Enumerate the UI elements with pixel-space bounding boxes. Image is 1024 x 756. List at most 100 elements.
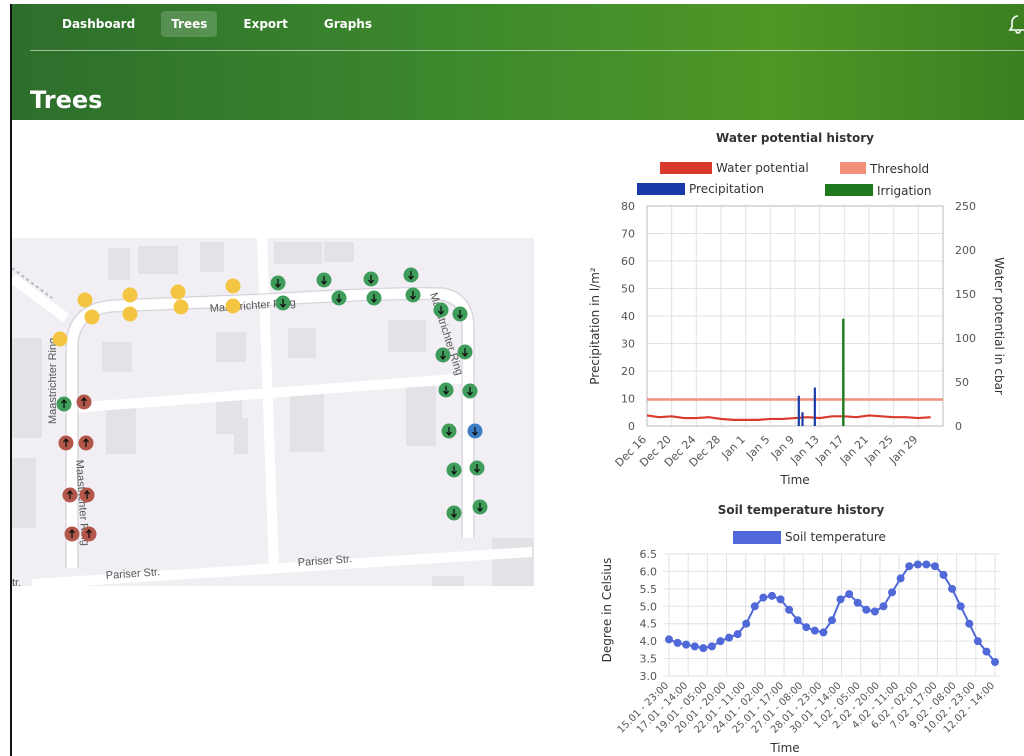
soil-temperature-point (742, 619, 751, 628)
soil-temperature-point (930, 562, 939, 571)
y-tick-left: 70 (621, 228, 635, 241)
legend-swatch-water-potential (660, 162, 712, 174)
header-divider (30, 50, 1024, 51)
water-potential-chart: Water potential history Water potential … (588, 131, 1006, 487)
tree-marker[interactable] (122, 287, 138, 303)
map-canvas[interactable]: Maastrichter Ring Maastrichter Ring Maas… (12, 238, 534, 586)
tree-marker[interactable] (56, 396, 72, 412)
legend-soil-temperature: Soil temperature (785, 530, 886, 544)
tree-marker[interactable] (469, 460, 485, 476)
soil-temperature-point (879, 602, 888, 611)
tree-marker[interactable] (78, 435, 94, 451)
y-tick-left: 0 (628, 420, 635, 433)
tree-marker[interactable] (62, 487, 78, 503)
y-tick-left: 40 (621, 310, 635, 323)
tree-marker[interactable] (64, 526, 80, 542)
tree-marker[interactable] (84, 309, 100, 325)
soil-temperature-point (750, 602, 759, 611)
tree-marker[interactable] (225, 298, 241, 314)
nav-dashboard[interactable]: Dashboard (52, 11, 145, 37)
tree-marker[interactable] (270, 275, 286, 291)
tree-marker[interactable] (275, 295, 291, 311)
tree-marker[interactable] (452, 306, 468, 322)
tree-marker[interactable] (446, 505, 462, 521)
x-axis-label: Time (779, 473, 809, 487)
tree-marker[interactable] (433, 302, 449, 318)
street-label-edge: tr. (12, 577, 21, 586)
soil-temperature-point (673, 638, 682, 647)
y-tick: 5.0 (640, 600, 658, 613)
soil-temperature-point (665, 635, 673, 644)
tree-marker[interactable] (79, 487, 95, 503)
chart-marks (665, 560, 999, 667)
y-tick-right: 250 (955, 200, 976, 213)
tree-marker[interactable] (438, 382, 454, 398)
tree-marker[interactable] (331, 290, 347, 306)
nav-trees[interactable]: Trees (161, 11, 218, 37)
tree-marker[interactable] (441, 423, 457, 439)
soil-temperature-point (682, 640, 691, 649)
y-tick-right: 150 (955, 288, 976, 301)
tree-marker[interactable] (363, 271, 379, 287)
soil-temperature-point (699, 644, 708, 653)
y-tick-left: 20 (621, 365, 635, 378)
tree-marker[interactable] (366, 290, 382, 306)
tree-marker[interactable] (52, 331, 68, 347)
soil-temperature-point (776, 595, 785, 604)
soil-temperature-point (982, 647, 991, 656)
tree-marker[interactable] (405, 287, 421, 303)
y-tick-right: 50 (955, 376, 969, 389)
soil-temperature-point (905, 562, 914, 571)
bell-icon[interactable] (1006, 12, 1024, 34)
tree-marker[interactable] (122, 306, 138, 322)
soil-temperature-point (828, 616, 836, 625)
precipitation-bar (801, 412, 804, 426)
y-tick: 4.5 (640, 618, 658, 631)
soil-temperature-chart: Soil temperature history Soil temperatur… (600, 503, 1001, 755)
x-tick: Jan 5 (743, 433, 772, 462)
tree-marker[interactable] (457, 344, 473, 360)
tree-marker[interactable] (225, 278, 241, 294)
chart-grid (663, 553, 1001, 677)
soil-temperature-point (767, 591, 776, 600)
tree-marker[interactable] (81, 526, 97, 542)
soil-temperature-point (888, 588, 897, 597)
irrigation-bar (842, 318, 845, 426)
y-tick-right: 100 (955, 332, 976, 345)
tree-marker[interactable] (316, 272, 332, 288)
tree-marker[interactable] (446, 462, 462, 478)
chart-title: Soil temperature history (718, 503, 885, 517)
tree-marker[interactable] (58, 435, 74, 451)
soil-temperature-point (707, 642, 716, 651)
tree-marker[interactable] (435, 347, 451, 363)
tree-marker[interactable] (462, 383, 478, 399)
tree-marker[interactable] (403, 267, 419, 283)
soil-temperature-point (733, 630, 742, 639)
tree-marker[interactable] (170, 284, 186, 300)
y-tick: 3.5 (640, 653, 658, 666)
soil-temperature-point (836, 595, 845, 604)
x-axis-label: Time (769, 741, 799, 755)
legend-swatch-precipitation (637, 183, 685, 195)
soil-temperature-point (896, 574, 905, 583)
soil-temperature-point (819, 628, 828, 637)
chart-grid (646, 205, 944, 427)
tree-marker[interactable] (467, 423, 483, 439)
soil-temperature-point (690, 642, 699, 651)
nav-graphs[interactable]: Graphs (314, 11, 382, 37)
soil-temperature-point (913, 560, 922, 569)
legend-swatch-soil-temperature (733, 531, 781, 544)
nav-export[interactable]: Export (233, 11, 297, 37)
tree-marker[interactable] (472, 499, 488, 515)
soil-temperature-point (870, 607, 879, 616)
street-label-west-upper: Maastrichter Ring (47, 338, 59, 424)
chart-legend: Water potential Threshold Precipitation … (637, 161, 932, 198)
soil-temperature-point (862, 605, 871, 614)
tree-marker[interactable] (173, 299, 189, 315)
tree-map[interactable]: Maastrichter Ring Maastrichter Ring Maas… (12, 238, 534, 586)
soil-temperature-point (810, 626, 819, 635)
tree-marker[interactable] (77, 292, 93, 308)
tree-marker[interactable] (76, 394, 92, 410)
soil-temperature-point (716, 637, 725, 646)
y-tick-left: 30 (621, 338, 635, 351)
